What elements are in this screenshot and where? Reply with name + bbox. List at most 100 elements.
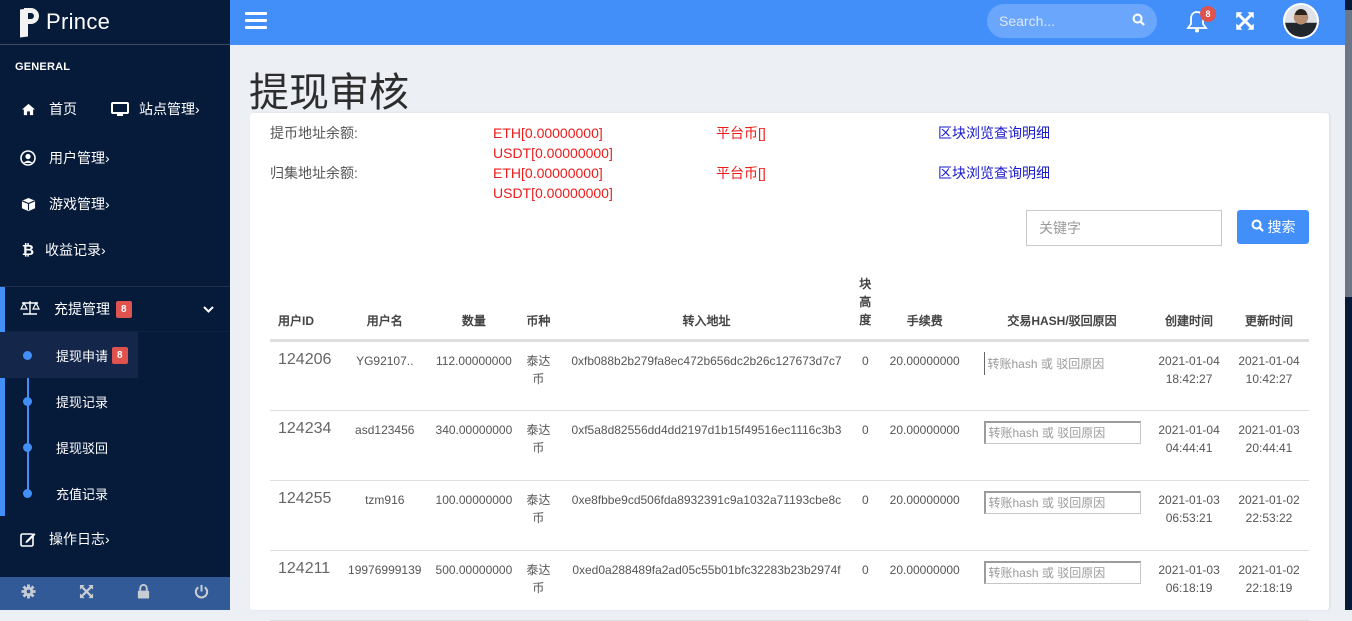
column-header[interactable]: 更新时间 [1229, 275, 1309, 342]
power-icon[interactable] [186, 584, 216, 603]
sidebar-subitem-label: 提现申请 [56, 348, 109, 364]
balance-label: 提币地址余额: [270, 125, 358, 141]
sidebar-item-site[interactable]: 站点管理 › [111, 99, 200, 119]
column-header[interactable]: 用户ID [270, 275, 342, 342]
withdraw-table: 用户ID 用户名 数量 币种 转入地址 块高度 手续费 交易HASH/驳回原因 … [270, 275, 1309, 621]
fee: 20.00000000 [874, 410, 975, 481]
count-badge: 8 [112, 346, 128, 364]
bullet-icon [23, 397, 32, 406]
sidebar-subitem-label: 提现驳回 [56, 440, 109, 456]
platform-coin-balance: 平台币[] [716, 125, 766, 141]
hash-cell [974, 340, 1150, 411]
submenu: 提现申请 8 提现记录 提现驳回 充值记录 [0, 332, 230, 516]
amount: 500.00000000 [427, 550, 520, 621]
balance-label: 归集地址余额: [270, 165, 358, 181]
column-header[interactable]: 币种 [520, 275, 557, 342]
header-search-input[interactable] [999, 13, 1119, 29]
sidebar-group-header[interactable]: 充提管理 8 [0, 287, 230, 332]
home-icon [20, 101, 36, 117]
sidebar-group-label: 充提管理 [54, 301, 110, 317]
deposit-address: 0xe8fbbe9cd506fda8932391c9a1032a71193cbe… [556, 480, 857, 551]
scrollbar-thumb[interactable] [1345, 10, 1352, 297]
sidebar-group-deposit-withdraw: 充提管理 8 提现申请 8 提现记录 提现驳回 充值记录 [0, 286, 230, 516]
created-time: 2021-01-04 04:44:41 [1149, 410, 1230, 481]
column-header[interactable]: 手续费 [874, 275, 975, 342]
hash-or-reason-input[interactable] [983, 561, 1141, 584]
sidebar-subitem-deposit-records[interactable]: 充值记录 [0, 470, 138, 516]
column-header[interactable]: 数量 [427, 275, 520, 342]
column-header[interactable]: 块高度 [856, 275, 875, 342]
monitor-icon [111, 101, 129, 117]
table-row: 124206 YG92107.. 112.00000000 泰达币 0xfb08… [270, 340, 1309, 411]
search-button[interactable]: 搜索 [1237, 210, 1309, 244]
sidebar-item-earnings[interactable]: ₿ 收益记录 › [0, 227, 230, 273]
count-badge: 8 [116, 300, 132, 318]
block-height: 0 [856, 550, 875, 621]
created-time: 2021-01-03 06:18:19 [1149, 550, 1230, 621]
sidebar-item-logs[interactable]: 操作日志 › [0, 516, 230, 562]
column-header[interactable]: 转入地址 [556, 275, 857, 342]
deposit-address: 0xf5a8d82556dd4dd2197d1b15f49516ec1116c3… [556, 410, 857, 481]
edit-icon [20, 531, 36, 547]
updated-time: 2021-01-03 20:44:41 [1229, 410, 1309, 481]
expand-icon[interactable] [71, 584, 101, 603]
sidebar-subitem-withdraw-records[interactable]: 提现记录 [0, 378, 138, 424]
chevron-down-icon[interactable] [203, 302, 214, 316]
chevron-right-icon: › [105, 531, 110, 547]
logo[interactable]: Prince [0, 0, 230, 45]
withdraw-address-balance: 提币地址余额: [270, 123, 358, 143]
block-explorer-link[interactable]: 区块浏览查询明细 [938, 123, 1050, 143]
column-header[interactable]: 创建时间 [1149, 275, 1230, 342]
top-header: 8 [230, 0, 1345, 45]
fee: 20.00000000 [874, 480, 975, 551]
sidebar-item-users[interactable]: 用户管理 › [0, 135, 230, 181]
search-button-label: 搜索 [1267, 219, 1296, 235]
hash-or-reason-input[interactable] [983, 491, 1141, 514]
sidebar-item-label: 首页 [49, 101, 77, 117]
table-row: 124234 asd123456 340.00000000 泰达币 0xf5a8… [270, 410, 1309, 481]
sidebar-subitem-label: 充值记录 [56, 486, 109, 502]
sidebar-subitem-withdraw-request[interactable]: 提现申请 8 [0, 332, 138, 378]
hash-cell [974, 410, 1150, 481]
avatar[interactable] [1283, 3, 1319, 39]
fullscreen-icon[interactable] [1235, 11, 1255, 31]
table-row: 124255 tzm916 100.00000000 泰达币 0xe8fbbe9… [270, 480, 1309, 551]
created-time: 2021-01-04 18:42:27 [1149, 340, 1230, 411]
coin-type: 泰达币 [520, 410, 557, 481]
chevron-right-icon: › [195, 101, 200, 117]
coin-type: 泰达币 [520, 340, 557, 411]
coin-type: 泰达币 [520, 550, 557, 621]
block-explorer-link[interactable]: 区块浏览查询明细 [938, 163, 1050, 183]
hash-cell [974, 480, 1150, 551]
user-id: 124234 [270, 410, 342, 481]
logo-icon [20, 7, 40, 38]
block-height: 0 [856, 410, 875, 481]
column-header[interactable]: 用户名 [341, 275, 428, 342]
balance-scale-icon [20, 300, 40, 319]
sidebar-subitem-withdraw-rejected[interactable]: 提现驳回 [0, 424, 138, 470]
hash-or-reason-input[interactable] [983, 421, 1141, 444]
header-search [987, 4, 1157, 38]
created-time: 2021-01-03 06:53:21 [1149, 480, 1230, 551]
amount: 112.00000000 [427, 340, 520, 411]
hash-or-reason-input[interactable] [983, 352, 1141, 375]
sidebar-footer [0, 577, 230, 610]
column-header[interactable]: 交易HASH/驳回原因 [974, 275, 1150, 342]
keyword-input[interactable] [1026, 210, 1222, 246]
username: YG92107.. [341, 340, 428, 411]
platform-coin-balance: 平台币[] [716, 165, 766, 181]
bullet-icon [23, 443, 32, 452]
search-icon[interactable] [1132, 13, 1145, 29]
user-id: 124255 [270, 480, 342, 551]
content-card: 提币地址余额: ETH[0.00000000] USDT[0.00000000]… [250, 113, 1329, 621]
gear-icon[interactable] [14, 584, 44, 603]
cube-icon [20, 196, 36, 212]
sidebar-item-home[interactable]: 首页 站点管理 › [0, 89, 230, 129]
lock-icon[interactable] [129, 584, 159, 603]
amount: 100.00000000 [427, 480, 520, 551]
collect-address-balance: 归集地址余额: [270, 163, 358, 183]
username: 19976999139 [341, 550, 428, 621]
fee: 20.00000000 [874, 340, 975, 411]
sidebar-item-games[interactable]: 游戏管理 › [0, 181, 230, 227]
menu-toggle-icon[interactable] [245, 12, 267, 30]
